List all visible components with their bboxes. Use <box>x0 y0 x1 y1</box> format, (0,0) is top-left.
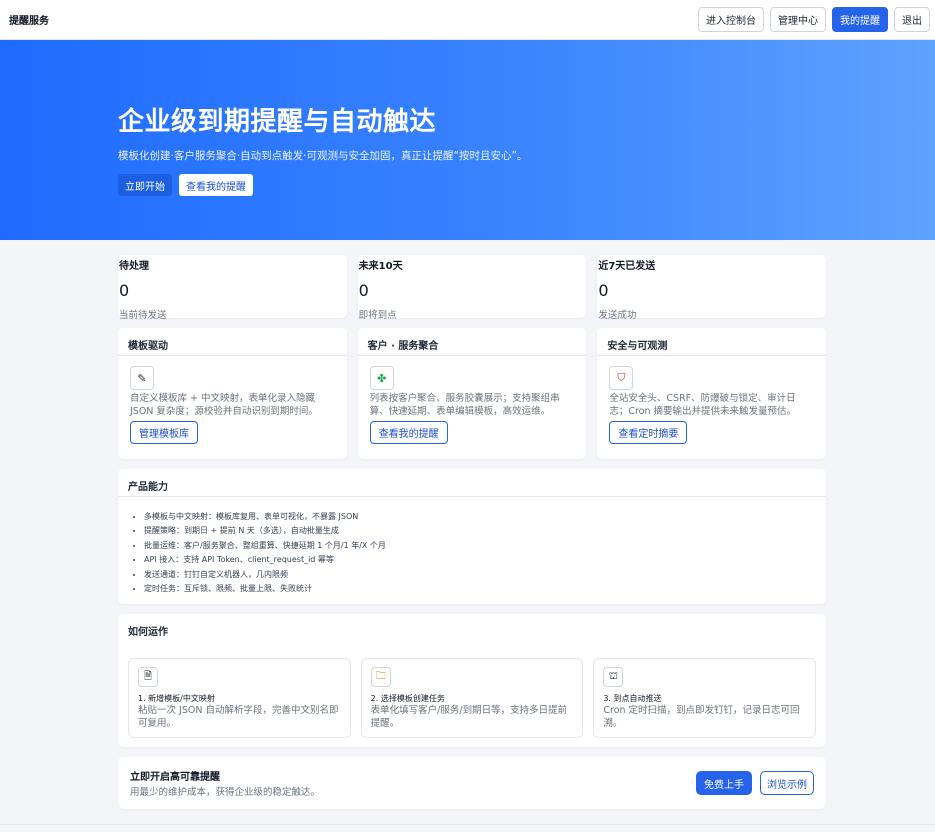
cta-card: 立即开启高可靠提醒 用最少的维护成本，获得企业级的稳定触达。 免费上手 浏览示例 <box>118 757 826 809</box>
step-desc: Cron 定时扫描，到点即发钉钉，记录日志可回溯。 <box>603 705 800 729</box>
view-reminders-button[interactable]: 查看我的提醒 <box>369 421 448 444</box>
feature-title: 模板驱动 <box>118 328 347 356</box>
feature-card-templates: 模板驱动 ✎ 自定义模板库 + 中文映射，表单化录入隐藏 JSON 复杂度；源校… <box>118 328 347 459</box>
capabilities-list: 多模板与中文映射：模板库复用、表单可视化，不暴露 JSON 提醒策略：到期日 +… <box>118 497 826 596</box>
stat-desc: 发送成功 <box>598 310 637 321</box>
how-it-works-card: 如何运作 🗎 1. 新增模板/中文映射 粘贴一次 JSON 自动解析字段，完善中… <box>118 614 826 747</box>
stat-title: 未来10天 <box>358 261 403 272</box>
brand-title: 提醒服务 <box>9 16 49 27</box>
list-item: API 接入：支持 API Token、client_request_id 幂等 <box>144 553 826 567</box>
feature-desc: 全站安全头、CSRF、防爆破与锁定、审计日志；Cron 摘要输出并提供未来触发量… <box>609 393 797 417</box>
stat-desc: 当前待发送 <box>119 310 167 321</box>
console-button[interactable]: 进入控制台 <box>698 7 764 32</box>
footer-divider <box>0 824 935 825</box>
cta-title: 立即开启高可靠提醒 <box>130 772 220 783</box>
header-actions: 进入控制台 管理中心 我的提醒 退出 <box>698 7 930 32</box>
stat-value: 0 <box>119 281 130 300</box>
stat-card-sent: 近7天已发送 0 发送成功 <box>597 255 827 321</box>
step-desc: 表单化填写客户/服务/到期日等，支持多日提前提醒。 <box>370 705 568 729</box>
manage-templates-button[interactable]: 管理模板库 <box>130 421 198 444</box>
main-content: 待处理 0 当前待发送 未来10天 0 即将到点 近7天已发送 0 发送成功 模… <box>118 255 827 809</box>
free-start-button[interactable]: 免费上手 <box>696 771 752 795</box>
feature-card-aggregation: 客户 · 服务聚合 ✤ 列表按客户聚合、服务胶囊展示；支持聚组串算、快速延期、表… <box>357 328 587 459</box>
step-card: 🗎 1. 新增模板/中文映射 粘贴一次 JSON 自动解析字段，完善中文别名即可… <box>128 658 351 738</box>
hero-subtitle: 模板化创建·客户服务聚合·自动到点触发·可观测与安全加固，真正让提醒“按时且安心… <box>118 150 528 162</box>
stat-desc: 即将到点 <box>358 310 397 321</box>
admin-center-button[interactable]: 管理中心 <box>770 7 826 32</box>
how-it-works-title: 如何运作 <box>128 627 168 638</box>
hero-title: 企业级到期提醒与自动触达 <box>118 107 437 137</box>
capabilities-title: 产品能力 <box>118 469 826 497</box>
step-title: 2. 选择模板创建任务 <box>370 694 445 703</box>
shield-icon: ⛉ <box>609 366 634 390</box>
step-card: ⛫ 3. 到点自动推送 Cron 定时扫描，到点即发钉钉，记录日志可回溯。 <box>593 658 817 738</box>
feature-title: 客户 · 服务聚合 <box>357 328 587 356</box>
step-desc: 粘贴一次 JSON 自动解析字段，完善中文别名即可复用。 <box>138 705 339 729</box>
list-item: 定时任务：互斥锁、限频、批量上限、失败统计 <box>144 582 826 596</box>
my-reminders-button[interactable]: 我的提醒 <box>832 7 888 32</box>
feature-desc: 自定义模板库 + 中文映射，表单化录入隐藏 JSON 复杂度；源校验并自动识别到… <box>130 393 318 417</box>
stat-title: 待处理 <box>119 261 149 272</box>
list-item: 批量运维：客户/服务聚合、整组重算、快捷延期 1 个月/1 年/X 个月 <box>144 539 826 553</box>
step-title: 1. 新增模板/中文映射 <box>138 694 215 703</box>
step-card: 🗀 2. 选择模板创建任务 表单化填写客户/服务/到期日等，支持多日提前提醒。 <box>360 658 584 738</box>
stat-title: 近7天已发送 <box>598 261 656 272</box>
document-icon: 🗎 <box>138 667 158 687</box>
view-my-reminders-button[interactable]: 查看我的提醒 <box>179 174 253 196</box>
feature-row: 模板驱动 ✎ 自定义模板库 + 中文映射，表单化录入隐藏 JSON 复杂度；源校… <box>118 328 827 459</box>
top-nav: 提醒服务 进入控制台 管理中心 我的提醒 退出 <box>0 0 935 40</box>
browse-examples-button[interactable]: 浏览示例 <box>760 771 814 795</box>
capabilities-card: 产品能力 多模板与中文映射：模板库复用、表单可视化，不暴露 JSON 提醒策略：… <box>118 469 826 604</box>
stats-row: 待处理 0 当前待发送 未来10天 0 即将到点 近7天已发送 0 发送成功 <box>118 255 827 321</box>
briefcase-icon: ⛫ <box>603 667 624 687</box>
feature-card-security: 安全与可观测 ⛉ 全站安全头、CSRF、防爆破与锁定、审计日志；Cron 摘要输… <box>597 328 827 459</box>
stat-card-pending: 待处理 0 当前待发送 <box>118 255 347 321</box>
stat-value: 0 <box>358 281 369 300</box>
get-started-button[interactable]: 立即开始 <box>118 174 172 196</box>
steps-row: 🗎 1. 新增模板/中文映射 粘贴一次 JSON 自动解析字段，完善中文别名即可… <box>128 658 817 738</box>
hero-content: 企业级到期提醒与自动触达 模板化创建·客户服务聚合·自动到点触发·可观测与安全加… <box>118 101 527 196</box>
pencil-icon: ✎ <box>130 366 154 390</box>
logout-button[interactable]: 退出 <box>894 7 930 32</box>
cta-actions: 免费上手 浏览示例 <box>696 771 814 795</box>
stat-card-upcoming: 未来10天 0 即将到点 <box>357 255 587 321</box>
stat-value: 0 <box>598 281 609 300</box>
list-item: 发送通道：钉钉自定义机器人，几内限频 <box>144 568 826 582</box>
hero-banner: 企业级到期提醒与自动触达 模板化创建·客户服务聚合·自动到点触发·可观测与安全加… <box>0 40 935 240</box>
view-cron-summary-button[interactable]: 查看定时摘要 <box>609 421 688 444</box>
list-item: 提醒策略：到期日 + 提前 N 天（多选），自动批量生成 <box>144 524 826 538</box>
folder-icon: 🗀 <box>370 667 391 687</box>
cta-subtitle: 用最少的维护成本，获得企业级的稳定触达。 <box>130 787 321 798</box>
feature-desc: 列表按客户聚合、服务胶囊展示；支持聚组串算、快速延期、表单编辑模板，高效运维。 <box>369 393 560 417</box>
step-title: 3. 到点自动推送 <box>603 694 662 703</box>
hero-buttons: 立即开始 查看我的提醒 <box>118 174 527 196</box>
feature-title: 安全与可观测 <box>597 328 827 356</box>
list-item: 多模板与中文映射：模板库复用、表单可视化，不暴露 JSON <box>144 510 826 524</box>
puzzle-icon: ✤ <box>369 366 394 390</box>
